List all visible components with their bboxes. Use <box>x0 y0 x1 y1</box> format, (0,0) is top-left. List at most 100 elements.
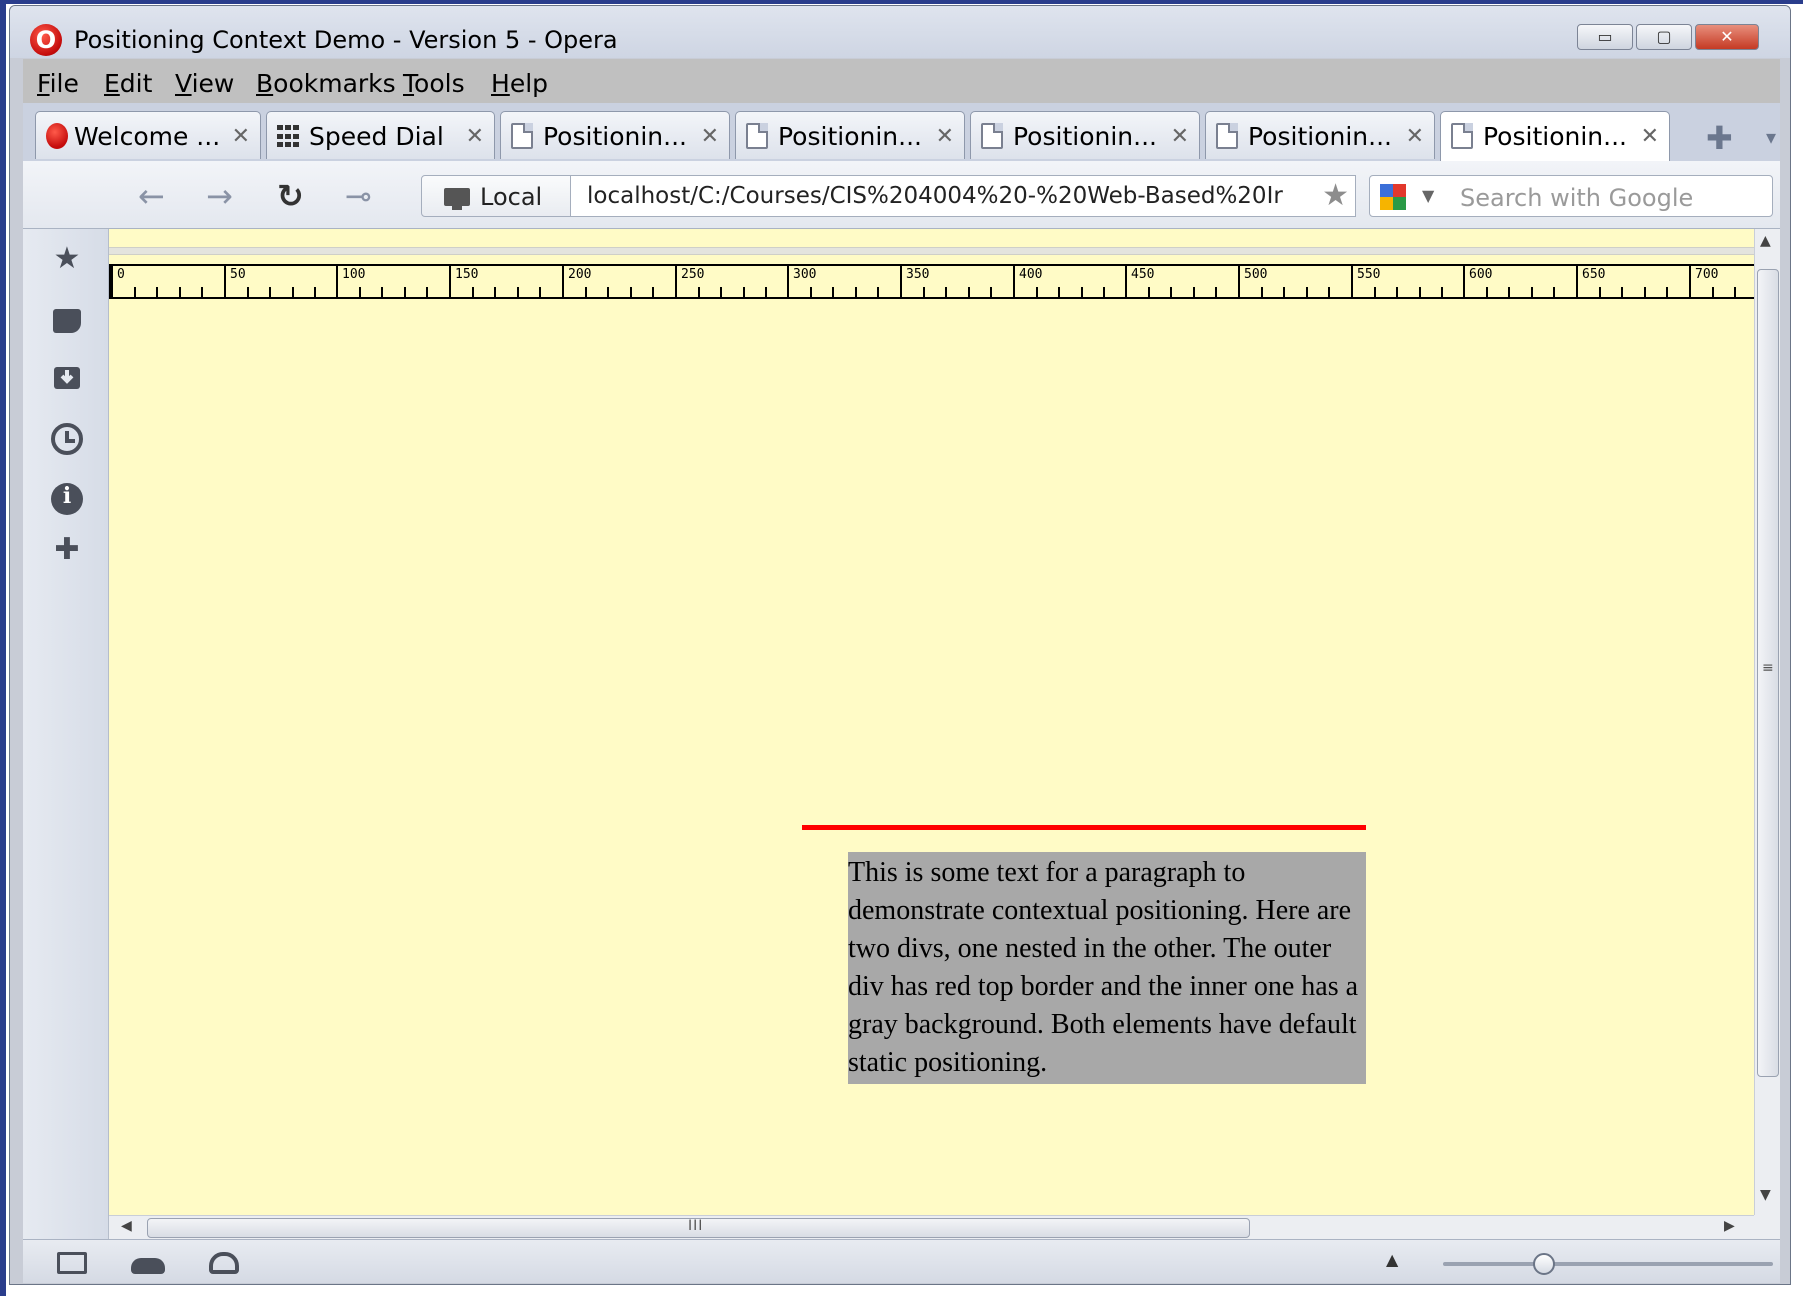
browser-window: O Positioning Context Demo - Version 5 -… <box>9 5 1791 1285</box>
horizontal-scroll-thumb[interactable]: III <box>147 1218 1250 1238</box>
tab-close-icon[interactable]: ✕ <box>701 124 719 149</box>
opera-turbo-icon[interactable] <box>209 1252 239 1274</box>
menu-tools[interactable]: Tools <box>403 69 465 98</box>
ruler-label: 300 <box>793 267 817 282</box>
maximize-button[interactable]: ▢ <box>1636 24 1692 50</box>
outer-div-red-border <box>802 825 1366 830</box>
zoom-slider-knob[interactable] <box>1533 1253 1555 1275</box>
address-field[interactable]: localhost/C:/Courses/CIS%204004%20-%20We… <box>571 175 1356 217</box>
ruler-label: 350 <box>906 267 930 282</box>
ruler-minor-tick <box>585 287 587 297</box>
tab-close-icon[interactable]: ✕ <box>1406 124 1424 149</box>
ruler-minor-tick <box>855 287 857 297</box>
back-icon[interactable]: ← <box>138 177 165 215</box>
menu-view[interactable]: View <box>175 69 234 98</box>
tab-label: Positionin... <box>1483 122 1627 151</box>
ruler-minor-tick <box>990 287 992 297</box>
notes-icon[interactable] <box>53 309 81 333</box>
bookmarks-star-icon[interactable]: ★ <box>51 243 83 275</box>
ruler-major-tick <box>1576 266 1578 299</box>
ruler-minor-tick <box>1419 287 1421 297</box>
zoom-slider[interactable] <box>1443 1253 1773 1275</box>
ruler-major-tick <box>1689 266 1691 299</box>
opera-logo-icon[interactable]: O <box>30 24 62 56</box>
security-badge[interactable]: Local <box>421 175 571 217</box>
ruler-minor-tick <box>720 287 722 297</box>
ruler-minor-tick <box>314 287 316 297</box>
bookmark-star-icon[interactable]: ★ <box>1318 178 1349 213</box>
close-button[interactable]: ✕ <box>1695 24 1759 50</box>
tab-positioning-1[interactable]: Positionin... ✕ <box>500 111 730 159</box>
search-engine-dropdown-icon[interactable]: ▼ <box>1422 186 1434 205</box>
scroll-right-icon[interactable]: ▶ <box>1724 1218 1735 1234</box>
tab-close-icon[interactable]: ✕ <box>1641 124 1659 149</box>
horizontal-rule <box>109 247 1754 255</box>
page-viewport[interactable]: 0 50 100 150 200 250 300 350 400 450 500 550 600 650 7… <box>109 229 1754 1215</box>
ruler-minor-tick <box>269 287 271 297</box>
ruler-minor-tick <box>247 287 249 297</box>
tab-close-icon[interactable]: ✕ <box>936 124 954 149</box>
vertical-scroll-thumb[interactable]: ≡ <box>1757 269 1779 1077</box>
menu-file[interactable]: File <box>37 69 79 98</box>
scroll-left-icon[interactable]: ◀ <box>121 1218 132 1234</box>
ruler-minor-tick <box>359 287 361 297</box>
ruler-major-tick <box>449 266 451 299</box>
tab-positioning-2[interactable]: Positionin... ✕ <box>735 111 965 159</box>
ruler-minor-tick <box>1215 287 1217 297</box>
history-icon[interactable] <box>51 423 83 455</box>
tab-welcome[interactable]: Welcome ... ✕ <box>35 111 261 159</box>
reload-icon[interactable]: ↻ <box>277 177 304 215</box>
search-field[interactable]: ▼ Search with Google <box>1369 175 1773 217</box>
navigation-bar: ← → ↻ ⊸ Local localhost/C:/Courses/CIS%2… <box>23 161 1780 229</box>
speed-dial-icon <box>277 123 299 149</box>
add-panel-icon[interactable]: ✚ <box>51 534 83 566</box>
window-title: Positioning Context Demo - Version 5 - O… <box>74 26 618 54</box>
security-label: Local <box>480 183 543 211</box>
resize-grip[interactable] <box>1754 1215 1780 1239</box>
tab-positioning-3[interactable]: Positionin... ✕ <box>970 111 1200 159</box>
menu-file-label: ile <box>49 69 79 98</box>
ruler-minor-tick <box>134 287 136 297</box>
page-icon <box>1451 123 1473 149</box>
opera-icon <box>46 123 68 149</box>
menu-edit[interactable]: Edit <box>104 69 152 98</box>
tab-close-icon[interactable]: ✕ <box>1171 124 1189 149</box>
ruler-label: 150 <box>455 267 479 282</box>
ruler-minor-tick <box>698 287 700 297</box>
forward-icon[interactable]: → <box>206 177 233 215</box>
scroll-up-icon[interactable]: ▲ <box>1760 233 1771 249</box>
tab-speed-dial[interactable]: Speed Dial ✕ <box>266 111 495 159</box>
tab-label: Positionin... <box>543 122 687 151</box>
minimize-button[interactable]: ▭ <box>1577 24 1633 50</box>
horizontal-scrollbar[interactable]: ◀ III ▶ <box>109 1215 1754 1239</box>
menu-help-mnemonic: H <box>491 69 510 98</box>
ruler-minor-tick <box>179 287 181 297</box>
address-text: localhost/C:/Courses/CIS%204004%20-%20We… <box>587 183 1283 209</box>
menu-bar: File Edit View Bookmarks Tools Help <box>23 59 1780 103</box>
google-icon[interactable] <box>1380 184 1406 210</box>
ruler-minor-tick <box>810 287 812 297</box>
info-icon[interactable]: i <box>51 483 83 515</box>
ruler-label: 500 <box>1244 267 1268 282</box>
title-bar[interactable]: O Positioning Context Demo - Version 5 -… <box>10 6 1790 58</box>
opera-unite-cloud-icon[interactable] <box>131 1258 165 1274</box>
search-placeholder: Search with Google <box>1460 184 1694 212</box>
view-options-icon[interactable]: ▲ <box>1386 1250 1398 1269</box>
menu-help[interactable]: Help <box>491 69 548 98</box>
wand-key-icon[interactable]: ⊸ <box>345 177 372 215</box>
menu-file-mnemonic: F <box>37 69 50 98</box>
tab-close-icon[interactable]: ✕ <box>232 124 250 149</box>
tab-menu-icon[interactable]: ▾ <box>1766 125 1776 149</box>
vertical-scrollbar[interactable]: ▲ ≡ ▼ <box>1754 229 1780 1215</box>
downloads-icon[interactable] <box>51 361 83 393</box>
tab-close-icon[interactable]: ✕ <box>466 124 484 149</box>
tab-label: Positionin... <box>778 122 922 151</box>
ruler-minor-tick <box>945 287 947 297</box>
tab-positioning-active[interactable]: Positionin... ✕ <box>1440 111 1670 161</box>
panel-toggle-icon[interactable] <box>57 1252 87 1274</box>
menu-help-label: elp <box>509 69 549 98</box>
tab-positioning-4[interactable]: Positionin... ✕ <box>1205 111 1435 159</box>
new-tab-icon[interactable]: ✚ <box>1706 119 1733 157</box>
scroll-down-icon[interactable]: ▼ <box>1760 1187 1771 1203</box>
menu-bookmarks[interactable]: Bookmarks <box>256 69 396 98</box>
